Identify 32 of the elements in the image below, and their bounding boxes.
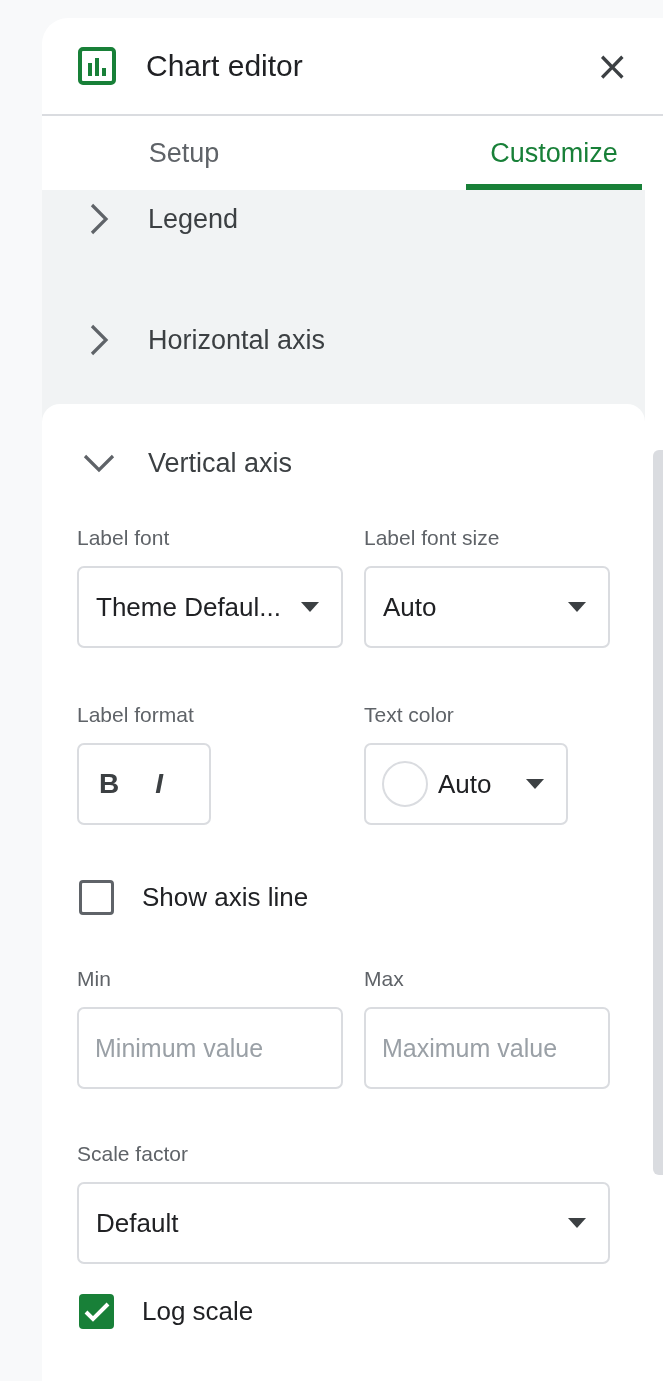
close-button[interactable]: × bbox=[591, 46, 633, 87]
field-label: Label font size bbox=[364, 526, 501, 550]
checkbox[interactable] bbox=[79, 1294, 114, 1329]
field-label: Label format bbox=[77, 703, 195, 727]
field-label: Min bbox=[77, 967, 112, 991]
window-title: Chart editor bbox=[146, 49, 304, 84]
section-header[interactable]: Vertical axis bbox=[77, 434, 293, 492]
caret-icon bbox=[526, 779, 544, 789]
caret-icon bbox=[301, 602, 319, 612]
font-dropdown[interactable]: Theme Defaul... bbox=[77, 566, 343, 648]
color-swatch bbox=[382, 761, 428, 807]
checkbox-label: Log scale bbox=[142, 1296, 254, 1327]
italic-button[interactable]: I bbox=[151, 768, 167, 800]
chart-icon bbox=[78, 47, 116, 86]
max-input[interactable]: Maximum value bbox=[364, 1007, 610, 1089]
scale-factor-dropdown[interactable]: Default bbox=[77, 1182, 610, 1264]
field-label: Max bbox=[364, 967, 405, 991]
section-header[interactable]: Horizontal axis bbox=[42, 311, 326, 369]
font-size-dropdown[interactable]: Auto bbox=[364, 566, 610, 648]
section-header[interactable]: Legend bbox=[42, 190, 239, 248]
min-input[interactable]: Minimum value bbox=[77, 1007, 343, 1089]
bold-button[interactable]: B bbox=[95, 768, 124, 800]
field-label: Scale factor bbox=[77, 1142, 189, 1166]
caret-icon bbox=[568, 1218, 586, 1228]
tab[interactable]: Setup bbox=[94, 116, 274, 190]
checkbox-label: Show axis line bbox=[142, 882, 309, 913]
checkbox[interactable] bbox=[79, 880, 114, 915]
field-label: Text color bbox=[364, 703, 455, 727]
field-label: Label font bbox=[77, 526, 171, 550]
scrollbar[interactable] bbox=[653, 450, 663, 1175]
color-dropdown[interactable]: Auto bbox=[364, 743, 568, 825]
caret-icon bbox=[568, 602, 586, 612]
